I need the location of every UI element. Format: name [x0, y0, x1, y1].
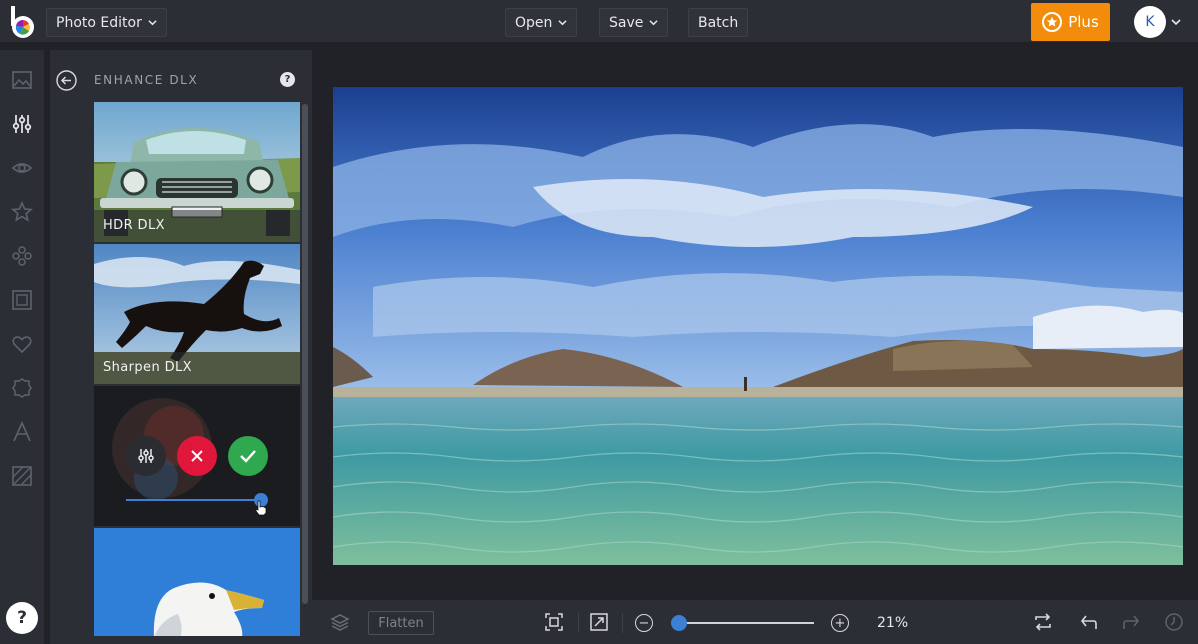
open-label: Open: [515, 14, 553, 31]
effect-strength-track[interactable]: [126, 499, 261, 501]
effect-label: Sharpen DLX: [94, 352, 300, 384]
close-icon: [191, 450, 203, 462]
swap-icon[interactable]: [1033, 612, 1053, 632]
back-arrow-icon[interactable]: [56, 70, 77, 91]
app-menu-label: Photo Editor: [56, 14, 142, 31]
befunky-logo[interactable]: [9, 6, 37, 38]
photo-editor-app: Photo Editor Open Save Batch Plus K ? EN…: [0, 0, 1198, 644]
plus-label: Plus: [1068, 13, 1099, 31]
chevron-down-icon: [148, 20, 157, 26]
sliders-icon: [138, 449, 154, 463]
sliders-icon[interactable]: [11, 113, 33, 135]
actual-size-icon[interactable]: [589, 612, 609, 632]
cancel-effect-button[interactable]: [177, 436, 217, 476]
app-menu-dropdown[interactable]: Photo Editor: [46, 8, 167, 37]
user-avatar[interactable]: K: [1134, 6, 1166, 38]
effect-settings-button[interactable]: [126, 436, 166, 476]
effect-thumb-hdr-dlx[interactable]: HDR DLX: [94, 102, 300, 242]
panel-scrollbar[interactable]: [302, 104, 308, 604]
open-menu-button[interactable]: Open: [505, 8, 578, 37]
flatten-button[interactable]: Flatten: [368, 611, 434, 635]
chevron-down-icon: [558, 20, 568, 26]
badge-icon[interactable]: [11, 377, 33, 399]
effect-thumb-sharpen-dlx[interactable]: Sharpen DLX: [94, 244, 300, 384]
apply-effect-button[interactable]: [228, 436, 268, 476]
help-label: ?: [17, 608, 27, 628]
effect-thumb-bird[interactable]: [94, 528, 300, 636]
flatten-label: Flatten: [378, 615, 424, 631]
batch-button[interactable]: Batch: [688, 8, 749, 37]
undo-icon[interactable]: [1078, 612, 1098, 632]
frame-icon[interactable]: [11, 289, 33, 311]
shapes-icon[interactable]: [11, 245, 33, 267]
zoom-track[interactable]: [678, 622, 814, 624]
photo-canvas[interactable]: [333, 87, 1183, 565]
redo-icon[interactable]: [1122, 612, 1142, 632]
history-icon[interactable]: [1164, 612, 1184, 632]
top-bar: Photo Editor Open Save Batch Plus K: [0, 0, 1198, 46]
check-icon: [240, 450, 256, 463]
bottom-bar: Flatten − + 21%: [312, 600, 1198, 644]
eye-icon[interactable]: [11, 157, 33, 179]
divider: [622, 613, 623, 633]
panel-header: ENHANCE DLX ?: [50, 50, 312, 100]
zoom-out-button[interactable]: −: [635, 614, 653, 632]
tool-rail: ?: [0, 50, 44, 644]
effect-thumbnails: HDR DLX Sharpen DLX: [94, 102, 300, 636]
star-icon: [1042, 12, 1063, 32]
beach-photo: [333, 87, 1183, 565]
divider: [578, 613, 579, 633]
zoom-knob[interactable]: [671, 615, 687, 631]
save-menu-button[interactable]: Save: [599, 8, 669, 37]
heart-icon[interactable]: [11, 333, 33, 355]
avatar-initial: K: [1145, 14, 1155, 30]
zoom-in-button[interactable]: +: [831, 614, 849, 632]
canvas-area: [312, 50, 1198, 600]
seagull-thumbnail: [94, 528, 300, 636]
hand-cursor-icon: [255, 500, 267, 516]
panel-help-label: ?: [284, 74, 291, 85]
fit-screen-icon[interactable]: [544, 612, 564, 632]
image-icon[interactable]: [11, 69, 33, 91]
help-button[interactable]: ?: [6, 602, 38, 634]
chevron-down-icon: [649, 20, 658, 26]
star-icon[interactable]: [11, 201, 33, 223]
texture-icon[interactable]: [11, 465, 33, 487]
text-icon[interactable]: [11, 421, 33, 443]
panel-help-button[interactable]: ?: [280, 72, 295, 87]
layers-icon[interactable]: [330, 612, 350, 632]
effects-panel: ENHANCE DLX ? HDR DLX Sharpen DLX: [50, 50, 312, 644]
save-label: Save: [609, 14, 644, 31]
zoom-percent: 21%: [877, 615, 909, 631]
plus-upgrade-button[interactable]: Plus: [1031, 3, 1110, 41]
chevron-down-icon[interactable]: [1171, 17, 1181, 27]
panel-title: ENHANCE DLX: [94, 73, 199, 87]
batch-label: Batch: [698, 14, 739, 31]
effect-label: HDR DLX: [94, 210, 300, 242]
